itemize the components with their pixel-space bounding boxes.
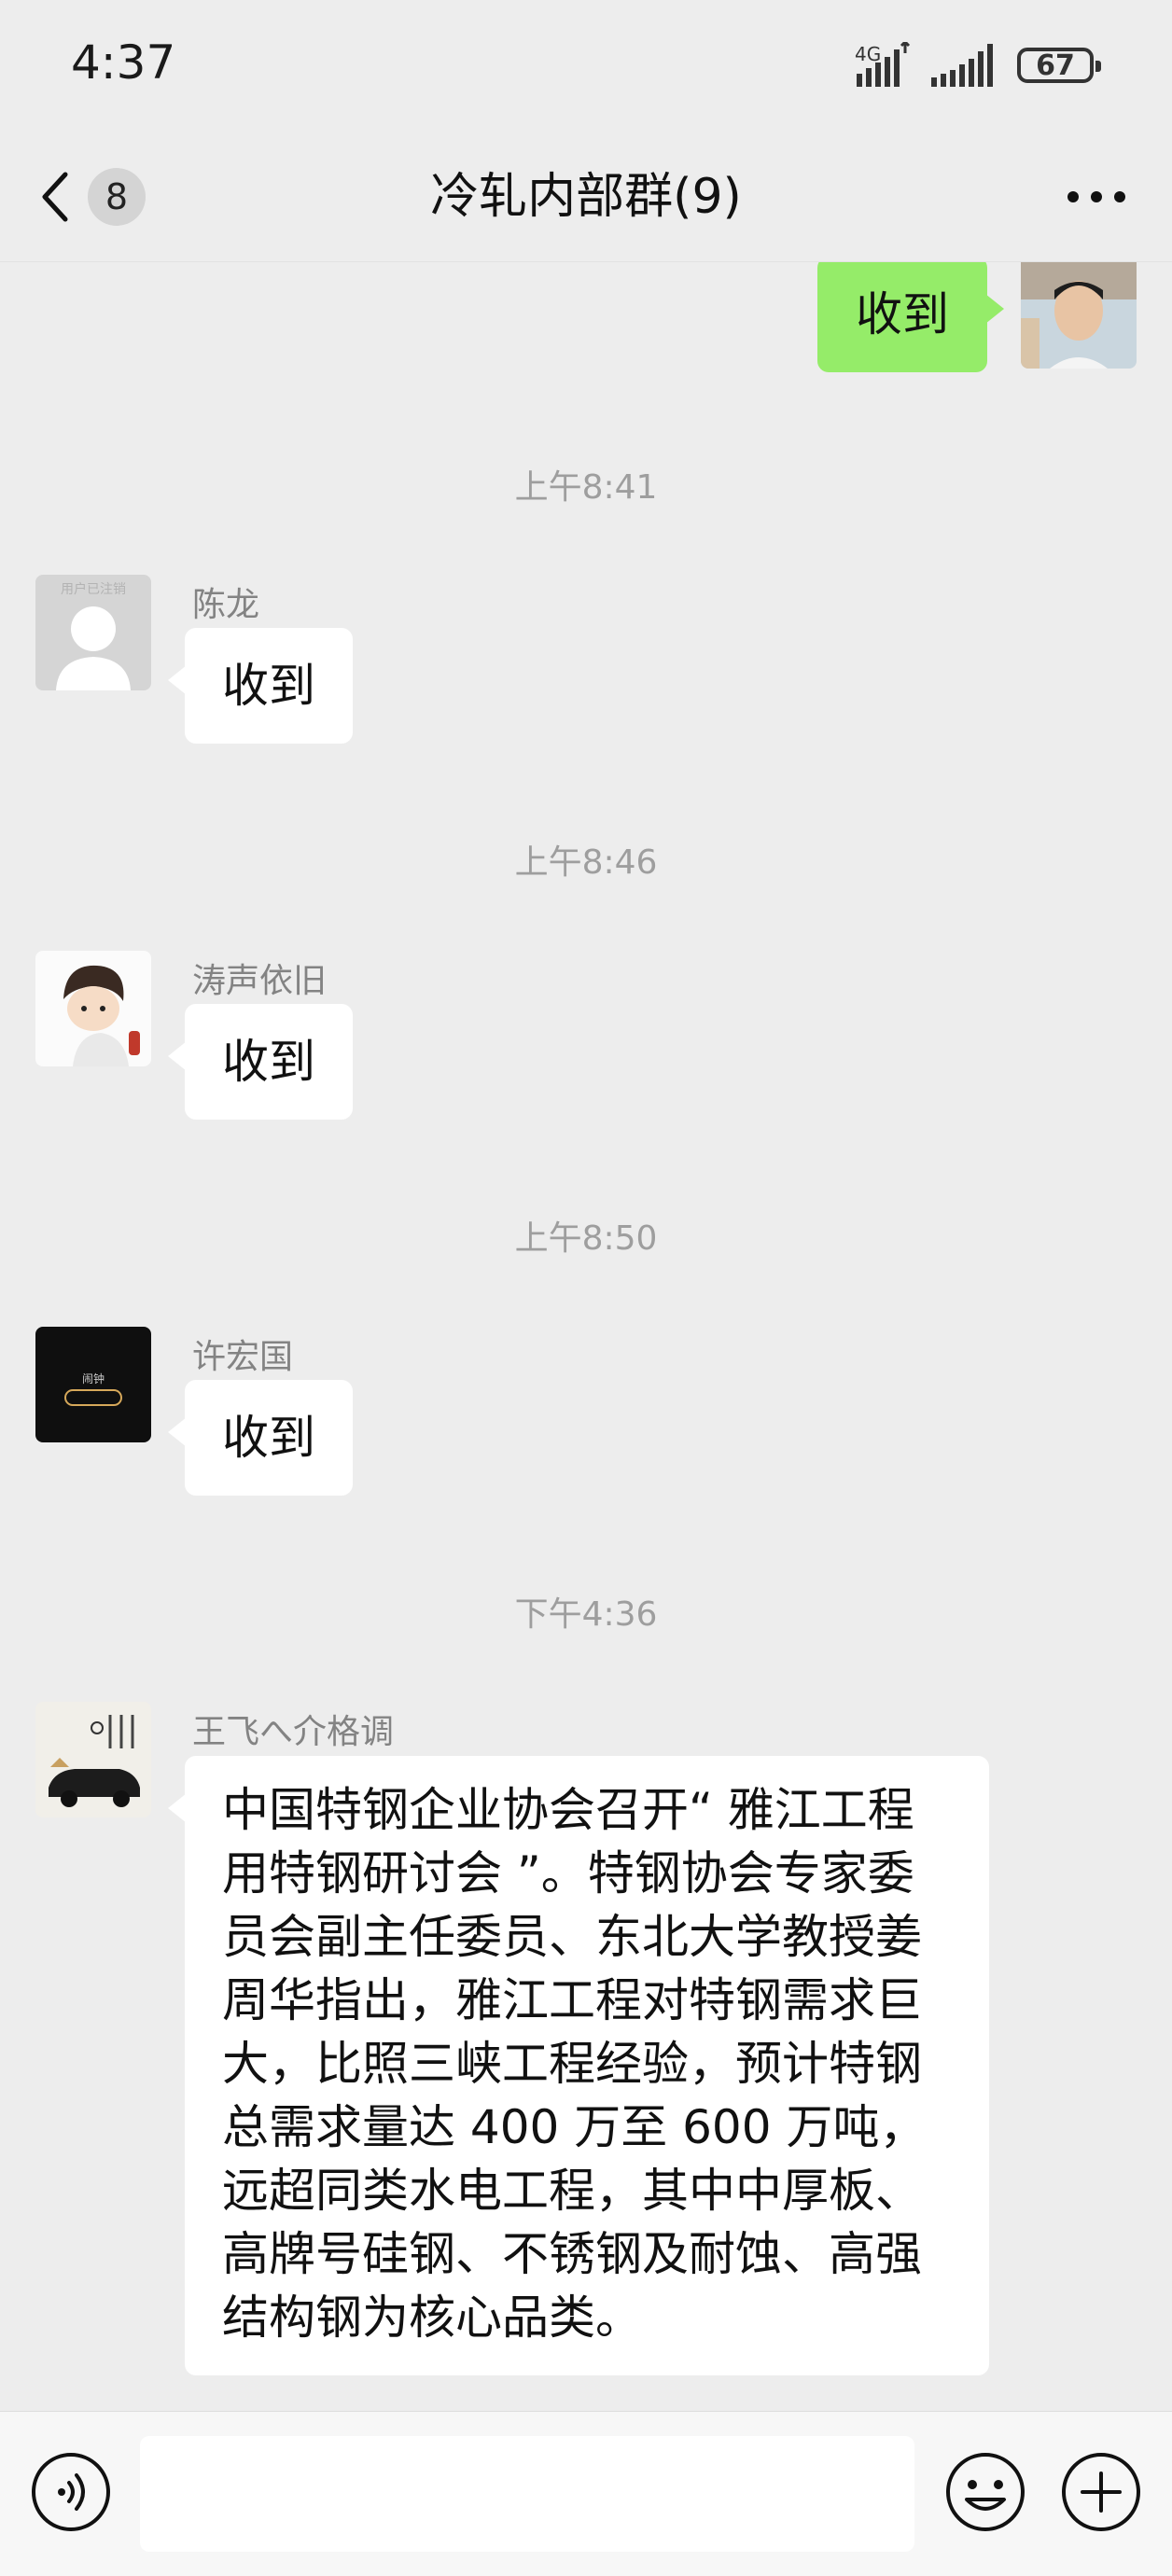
my-avatar[interactable]	[1021, 262, 1137, 369]
message-timestamp: 上午8:41	[514, 468, 658, 507]
sender-name: 陈龙	[192, 586, 260, 624]
chat-title: 冷轧内部群(9)	[430, 169, 742, 225]
chat-header: 8 冷轧内部群(9)	[0, 131, 1172, 262]
avatar-caption: 用户已注销	[61, 581, 126, 597]
status-icons: 4G 67	[853, 39, 1101, 91]
status-time: 4:37	[71, 35, 176, 90]
input-bar	[0, 2411, 1172, 2576]
sender-name: 涛声依旧	[192, 962, 328, 1000]
message-input[interactable]	[140, 2436, 914, 2552]
message-text: 中国特钢企业协会召开“ 雅江工程用特钢研讨会 ”。特钢协会专家委员会副主任委员、…	[222, 1783, 927, 2345]
more-dots-icon[interactable]	[1066, 183, 1127, 211]
avatar[interactable]	[35, 951, 151, 1066]
battery-icon: 67	[1017, 48, 1101, 83]
message-text: 收到	[222, 1035, 315, 1089]
sent-message-bubble[interactable]: 收到	[817, 262, 1004, 372]
message-timestamp: 上午8:50	[514, 1219, 658, 1258]
message-text: 收到	[856, 287, 949, 341]
chevron-left-icon	[42, 172, 68, 222]
network-label: 4G	[855, 43, 881, 65]
network-4g-icon: 4G	[855, 42, 911, 87]
battery-level: 67	[1036, 49, 1075, 82]
unread-count-badge: 8	[88, 168, 146, 226]
avatar-caption: 闹钟	[82, 1372, 105, 1385]
avatar[interactable]	[35, 1702, 151, 1817]
sender-name: 王飞へ介格调	[192, 1713, 395, 1751]
plus-circle-icon[interactable]	[1060, 2451, 1142, 2533]
received-message-bubble[interactable]: 收到	[168, 1004, 353, 1120]
message-timestamp: 上午8:46	[514, 843, 658, 882]
message-list[interactable]: 收到 上午8:41 用户已注销 陈龙 收到 上午8:46 涛声依旧 收到 上午8…	[0, 262, 1172, 2408]
received-message-bubble[interactable]: 收到	[168, 1380, 353, 1496]
avatar[interactable]: 闹钟	[35, 1327, 151, 1442]
status-bar: 4:37 4G 67	[0, 0, 1172, 131]
message-timestamp: 下午4:36	[514, 1595, 658, 1634]
received-message-bubble[interactable]: 中国特钢企业协会召开“ 雅江工程用特钢研讨会 ”。特钢协会专家委员会副主任委员、…	[168, 1756, 989, 2375]
back-button[interactable]: 8	[37, 164, 159, 230]
message-text: 收到	[222, 659, 315, 713]
avatar[interactable]: 用户已注销	[35, 575, 151, 690]
emoji-icon[interactable]	[944, 2451, 1026, 2533]
received-message-bubble[interactable]: 收到	[168, 628, 353, 744]
signal-icon	[931, 44, 993, 87]
sender-name: 许宏国	[192, 1338, 294, 1376]
message-text: 收到	[222, 1411, 315, 1465]
voice-icon[interactable]	[30, 2451, 112, 2533]
